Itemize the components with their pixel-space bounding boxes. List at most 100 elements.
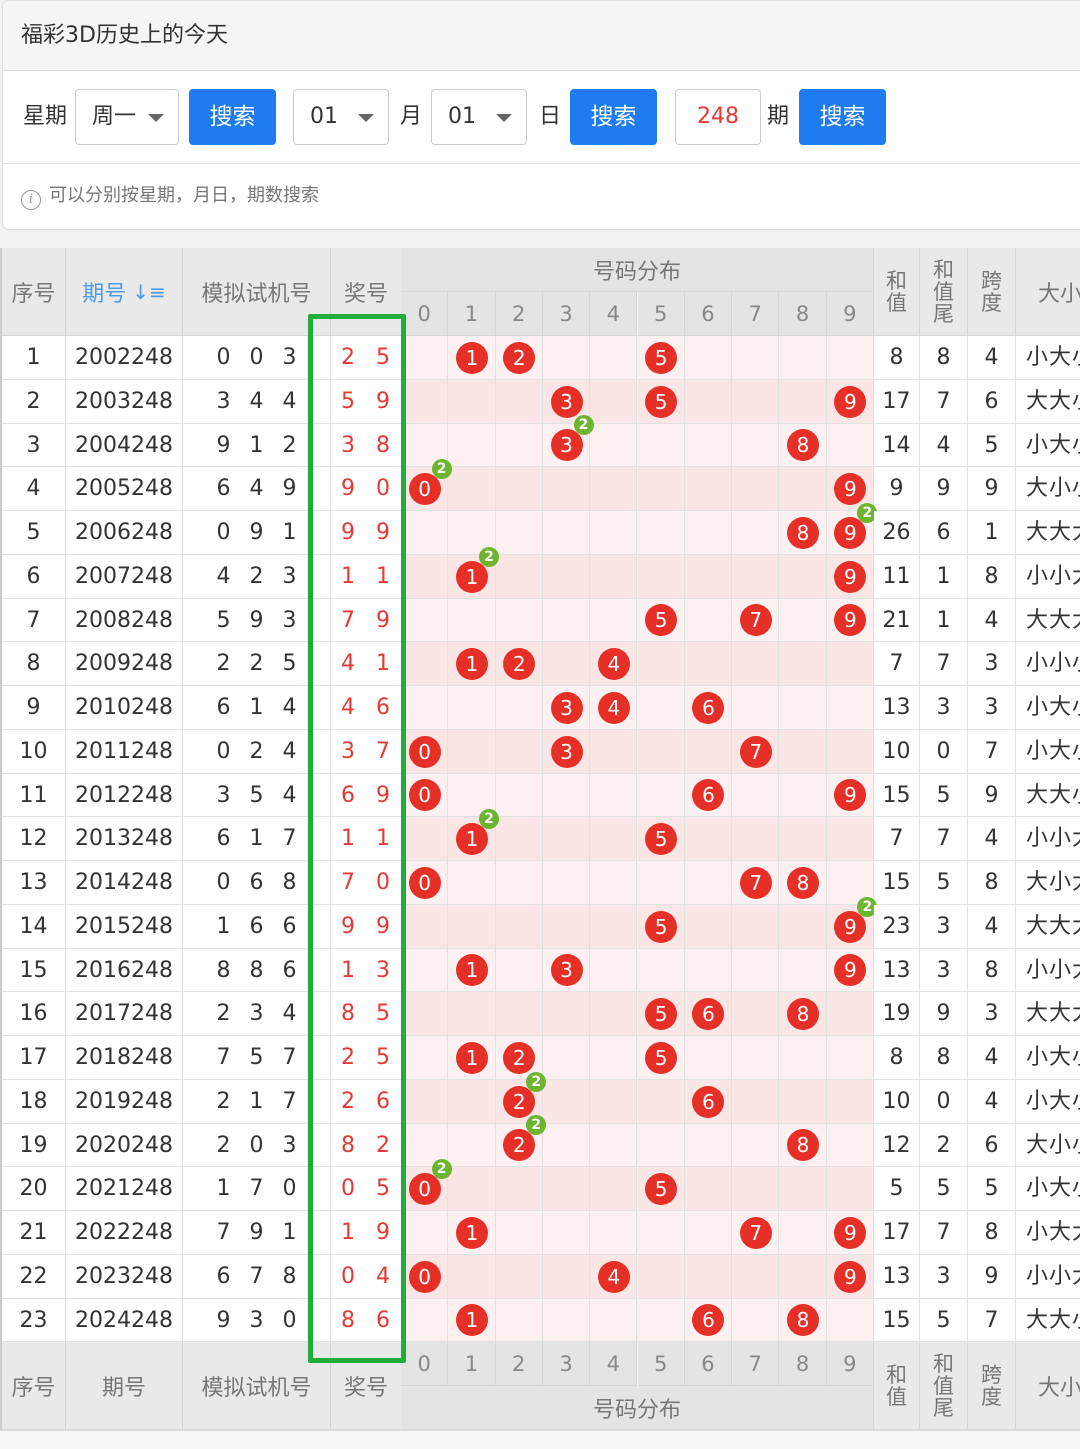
row-issue: 2017248	[66, 992, 183, 1036]
header-sim: 模拟试机号	[183, 248, 331, 336]
dist-cell-2	[495, 773, 543, 818]
dist-cell-6	[684, 1036, 733, 1080]
dist-cell-7	[732, 642, 780, 686]
dist-cell-8	[779, 729, 827, 774]
dist-cell-1	[448, 686, 496, 730]
row-award-number: 5 9 3	[331, 379, 402, 457]
dist-cell-8	[779, 686, 827, 730]
row-issue: 2009248	[66, 642, 183, 686]
row-sim-number: 8 8 6	[183, 948, 331, 993]
chevron-down-icon	[496, 114, 512, 122]
dist-cell-3	[542, 1036, 591, 1080]
row-sum-tail: 7	[920, 817, 968, 861]
day-select[interactable]: 01	[431, 89, 527, 145]
dist-cell-9	[826, 423, 874, 468]
dist-cell-5	[637, 1254, 685, 1299]
dist-cell-3	[542, 467, 591, 511]
repeat-count-badge: 2	[478, 546, 499, 567]
header-issue[interactable]: 期号 ↓≡	[66, 248, 183, 336]
number-ball: 5	[645, 385, 678, 418]
dist-cell-4	[590, 1167, 638, 1211]
dist-cell-3	[542, 1298, 591, 1343]
number-ball: 3	[550, 385, 583, 418]
header-char: 和	[886, 1362, 907, 1387]
dist-cell-4	[590, 511, 638, 555]
row-issue: 2010248	[66, 686, 183, 730]
dist-cell-8	[779, 773, 827, 818]
month-select[interactable]: 01	[293, 89, 389, 145]
row-big-small: 小大小	[1016, 336, 1080, 380]
dist-cell-5	[637, 1079, 685, 1124]
dist-cell-8	[779, 642, 827, 686]
header-char: 值	[886, 290, 907, 315]
row-award-number: 9 9 8	[331, 511, 402, 588]
row-sum-tail: 5	[920, 773, 968, 818]
row-sim-number: 4 2 3	[183, 554, 331, 599]
row-issue: 2008248	[66, 598, 183, 643]
footer-issue: 期号	[66, 1342, 183, 1430]
row-seq: 20	[2, 1167, 66, 1211]
row-span: 4	[968, 904, 1016, 949]
dist-cell-3	[542, 598, 591, 643]
row-seq: 13	[2, 861, 66, 905]
row-award-number: 1 3 9	[331, 948, 402, 1026]
row-big-small: 大大小	[1016, 1298, 1080, 1343]
row-sum-tail: 0	[920, 729, 968, 774]
issue-input[interactable]: 248	[675, 89, 761, 145]
footer-digit-8: 8	[779, 1342, 827, 1387]
header-char: 和	[933, 257, 954, 282]
row-span: 9	[968, 1254, 1016, 1299]
sort-icon[interactable]: ↓≡	[132, 280, 166, 304]
number-ball: 9	[834, 385, 867, 418]
dist-cell-0	[401, 904, 449, 949]
dist-cell-8	[779, 379, 827, 424]
dist-cell-6	[684, 729, 733, 774]
row-award-number: 8 5 6	[331, 992, 402, 1069]
search-hint: i 可以分别按星期，月日，期数搜索	[21, 181, 319, 211]
search-issue-button[interactable]: 搜索	[799, 89, 886, 145]
dist-cell-3	[542, 554, 591, 599]
number-ball: 1	[455, 1041, 488, 1074]
dist-cell-4	[590, 773, 638, 818]
row-award-number: 7 0 8	[331, 861, 402, 938]
row-big-small: 大大大	[1016, 904, 1080, 949]
search-weekday-button[interactable]: 搜索	[189, 89, 276, 145]
weekday-select[interactable]: 周一	[75, 89, 179, 145]
row-span: 4	[968, 336, 1016, 380]
dist-cell-0	[401, 1079, 449, 1124]
dist-cell-7	[732, 1167, 780, 1211]
dist-cell-1	[448, 861, 496, 905]
number-ball: 0	[408, 1173, 441, 1206]
row-award-number: 6 9 0	[331, 773, 402, 851]
dist-cell-4	[590, 554, 638, 599]
dist-cell-4	[590, 423, 638, 468]
number-ball: 9	[834, 560, 867, 593]
row-issue: 2023248	[66, 1254, 183, 1299]
dist-cell-7	[732, 773, 780, 818]
row-big-small: 大大大	[1016, 511, 1080, 555]
row-issue: 2007248	[66, 554, 183, 599]
row-sum-tail: 8	[920, 1036, 968, 1080]
row-award-number: 9 9 5	[331, 904, 402, 982]
row-seq: 23	[2, 1298, 66, 1343]
row-award-number: 0 5 0	[331, 1167, 402, 1244]
dist-cell-2	[495, 1298, 543, 1343]
row-award-number: 8 6 1	[331, 1298, 402, 1376]
row-sim-number: 5 9 3	[183, 598, 331, 643]
dist-cell-4	[590, 1036, 638, 1080]
row-issue: 2022248	[66, 1211, 183, 1255]
number-ball: 8	[787, 866, 820, 899]
row-award-number: 1 1 5	[331, 817, 402, 894]
dist-cell-7	[732, 1254, 780, 1299]
row-award-number: 2 6 2	[331, 1079, 402, 1157]
dist-cell-3	[542, 904, 591, 949]
weekday-select-value: 周一	[92, 104, 137, 129]
dist-cell-8	[779, 598, 827, 643]
row-issue: 2003248	[66, 379, 183, 424]
dist-cell-9	[826, 686, 874, 730]
search-date-button[interactable]: 搜索	[570, 89, 657, 145]
row-issue: 2018248	[66, 1036, 183, 1080]
row-big-small: 小小大	[1016, 1254, 1080, 1299]
month-label: 月	[400, 104, 423, 129]
number-ball: 7	[739, 1216, 772, 1249]
